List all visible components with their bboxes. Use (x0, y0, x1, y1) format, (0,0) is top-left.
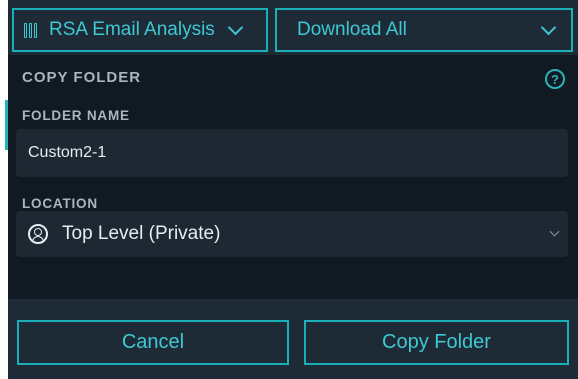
top-toolbar: RSA Email Analysis Download All (8, 0, 578, 55)
view-selector-label: RSA Email Analysis (49, 19, 215, 40)
download-all-dropdown[interactable]: Download All (275, 8, 573, 52)
chevron-down-icon (540, 19, 557, 36)
location-label: LOCATION (22, 196, 98, 211)
view-selector-button[interactable]: RSA Email Analysis (12, 8, 268, 52)
chevron-down-icon (227, 19, 244, 36)
copy-folder-button[interactable]: Copy Folder (304, 320, 569, 365)
download-all-label: Download All (297, 19, 407, 40)
folder-name-input[interactable]: Custom2-1 (16, 129, 568, 177)
copy-folder-dialog: COPY FOLDER ? FOLDER NAME Custom2-1 LOCA… (8, 55, 578, 379)
location-value: Top Level (Private) (62, 223, 221, 244)
cancel-button[interactable]: Cancel (17, 320, 289, 365)
help-icon[interactable]: ? (545, 69, 565, 89)
chevron-down-icon (549, 226, 560, 237)
dialog-title: COPY FOLDER (22, 69, 142, 86)
folder-name-label: FOLDER NAME (22, 108, 130, 123)
dialog-footer: Cancel Copy Folder (8, 299, 578, 379)
columns-icon (24, 22, 37, 38)
location-select[interactable]: Top Level (Private) (16, 211, 568, 257)
user-circle-icon (28, 224, 48, 244)
folder-name-value: Custom2-1 (28, 144, 107, 161)
screen: RSA Email Analysis Download All COPY FOL… (0, 0, 578, 379)
